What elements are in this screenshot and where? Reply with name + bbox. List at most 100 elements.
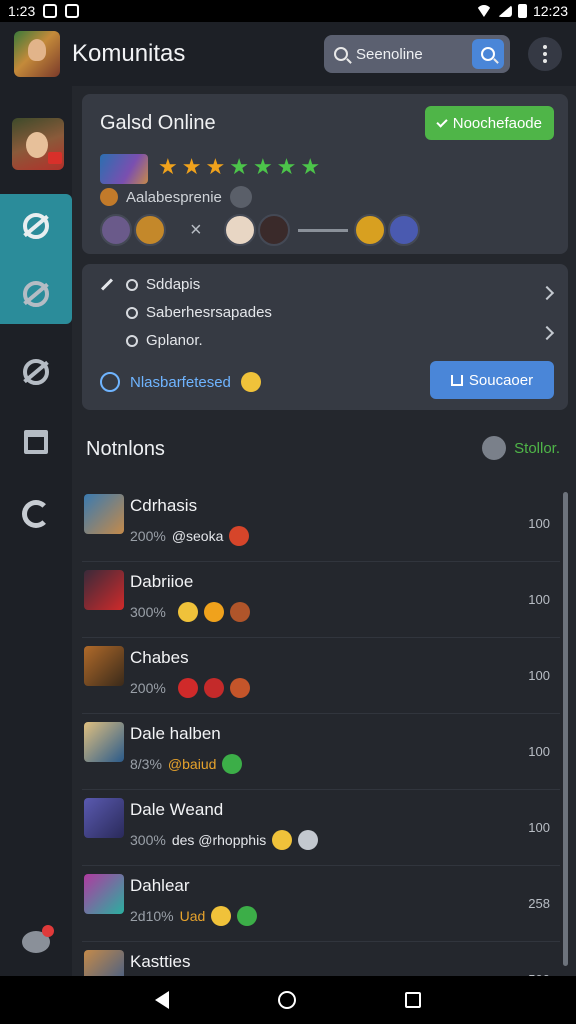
- player-avatar[interactable]: [134, 214, 166, 246]
- item-meta: 2d10% Uad: [130, 906, 258, 926]
- emoji-icon: [237, 906, 258, 926]
- recent-apps-icon[interactable]: [405, 992, 422, 1008]
- clock-icon: [100, 372, 120, 392]
- section-action-button[interactable]: Stollor.: [482, 436, 560, 460]
- item-name: Chabes: [130, 648, 189, 667]
- item-value: 100: [528, 516, 550, 531]
- player-avatar[interactable]: [100, 214, 132, 246]
- star-icon: ★: [276, 154, 297, 179]
- ring-icon: [22, 500, 50, 528]
- pen-icon: [100, 278, 114, 291]
- item-meta: 300% des @rhopphis: [130, 830, 319, 850]
- rating-stars: ★ ★ ★ ★ ★ ★ ★: [158, 156, 320, 178]
- item-percent: 200%: [130, 528, 166, 544]
- back-icon[interactable]: [154, 991, 169, 1009]
- item-name: Dale Weand: [130, 800, 224, 819]
- list-item[interactable]: Dale Weand 300% des @rhopphis 100: [82, 790, 560, 866]
- chat-icon: [22, 925, 54, 953]
- connector-line: [297, 228, 348, 232]
- item-value: 100: [528, 592, 550, 607]
- star-icon: ★: [158, 154, 178, 179]
- option-label: Gplanor.: [146, 332, 203, 349]
- item-avatar: [84, 874, 124, 914]
- item-tag: @baiud: [167, 756, 217, 772]
- player-avatar[interactable]: [353, 214, 386, 246]
- item-tag: Uad: [179, 908, 206, 924]
- sidebar-item-settings[interactable]: [16, 352, 56, 392]
- item-meta: 8/3% @baiud: [130, 754, 243, 774]
- dial-icon: [482, 436, 507, 460]
- sidebar-item-pages[interactable]: [16, 422, 56, 462]
- emoji-icon: [229, 678, 250, 698]
- search-button[interactable]: [472, 39, 504, 69]
- sidebar-item-messages[interactable]: [16, 922, 56, 962]
- list-item[interactable]: Cdrhasis 200% @seoka 100: [82, 486, 560, 562]
- option-item[interactable]: Sddapis: [100, 276, 200, 293]
- battery-icon: [517, 4, 527, 18]
- game-action-button[interactable]: Noochefaode: [424, 106, 554, 140]
- sidebar: [0, 86, 72, 976]
- wifi-icon: [475, 5, 492, 17]
- home-icon: [450, 374, 463, 386]
- game-card: Galsd Online Noochefaode ★ ★ ★ ★ ★ ★ ★ Aalabes…: [82, 94, 568, 254]
- chevron-right-icon[interactable]: [539, 325, 555, 341]
- sidebar-item-discover[interactable]: [16, 494, 56, 534]
- radio-icon[interactable]: [126, 278, 138, 291]
- player-avatar[interactable]: [257, 214, 290, 246]
- gear-icon: [23, 213, 49, 239]
- emoji-icon: [240, 372, 261, 392]
- list-item[interactable]: Dahlear 2d10% Uad 258: [82, 866, 560, 942]
- section-action-label: Stollor.: [514, 439, 560, 457]
- option-item[interactable]: Saberhesrsapades: [126, 304, 272, 321]
- tool-icon[interactable]: [229, 186, 252, 208]
- profile-avatar[interactable]: [12, 118, 64, 170]
- emoji-icon: [203, 602, 224, 622]
- player-avatar[interactable]: [387, 214, 420, 246]
- game-subtitle-row: Aalabesprenie: [100, 186, 252, 208]
- star-icon: ★: [205, 154, 226, 179]
- sidebar-item-community[interactable]: [16, 274, 56, 314]
- options-card: Sddapis Saberhesrsapades Gplanor. Nlasba…: [82, 264, 568, 410]
- player-avatar[interactable]: [223, 214, 256, 246]
- scrollbar[interactable]: [563, 492, 568, 966]
- emoji-icon: [298, 830, 319, 850]
- item-value: 100: [528, 820, 550, 835]
- item-name: Cdrhasis: [130, 496, 198, 515]
- item-percent: 8/3%: [130, 756, 162, 772]
- list-item[interactable]: Dale halben 8/3% @baiud 100: [82, 714, 560, 790]
- list-item[interactable]: Dabriioe 300% 100: [82, 562, 560, 638]
- radio-icon[interactable]: [126, 334, 138, 347]
- options-action-label: Soucaoer: [468, 371, 534, 389]
- versus-symbol: ×: [190, 218, 202, 241]
- status-time-right: 12:23: [532, 3, 568, 19]
- check-icon: [436, 115, 448, 128]
- chevron-right-icon[interactable]: [539, 285, 555, 301]
- gear-icon: [23, 359, 49, 385]
- item-avatar: [84, 494, 124, 534]
- item-name: Kastties: [130, 952, 191, 971]
- search-icon: [334, 47, 348, 61]
- app-logo[interactable]: [14, 31, 60, 77]
- item-tag: @seoka: [171, 528, 224, 544]
- item-meta: 200%: [130, 678, 250, 698]
- more-dot-icon: [543, 59, 547, 63]
- gear-icon: [23, 281, 49, 307]
- option-item[interactable]: Gplanor.: [126, 332, 203, 349]
- search-input[interactable]: Seenoline: [324, 35, 510, 73]
- navigation-bar: [0, 976, 576, 1024]
- radio-icon[interactable]: [126, 306, 138, 319]
- status-bar: 1:23 12:23: [0, 0, 576, 22]
- star-icon: ★: [252, 154, 273, 179]
- emoji-icon: [177, 678, 198, 698]
- options-action-button[interactable]: Soucaoer: [430, 361, 554, 399]
- notification-gallery-icon: [65, 4, 80, 18]
- options-link[interactable]: Nlasbarfetesed: [100, 372, 261, 392]
- sidebar-item-home[interactable]: [16, 206, 56, 246]
- item-avatar: [84, 570, 124, 610]
- more-options-button[interactable]: [528, 37, 562, 71]
- list-item[interactable]: Chabes 200% 100: [82, 638, 560, 714]
- window-icon: [24, 430, 48, 454]
- home-button-icon[interactable]: [277, 991, 296, 1009]
- players-row: ×: [100, 214, 422, 246]
- app-bar: Komunitas Seenoline: [0, 22, 576, 86]
